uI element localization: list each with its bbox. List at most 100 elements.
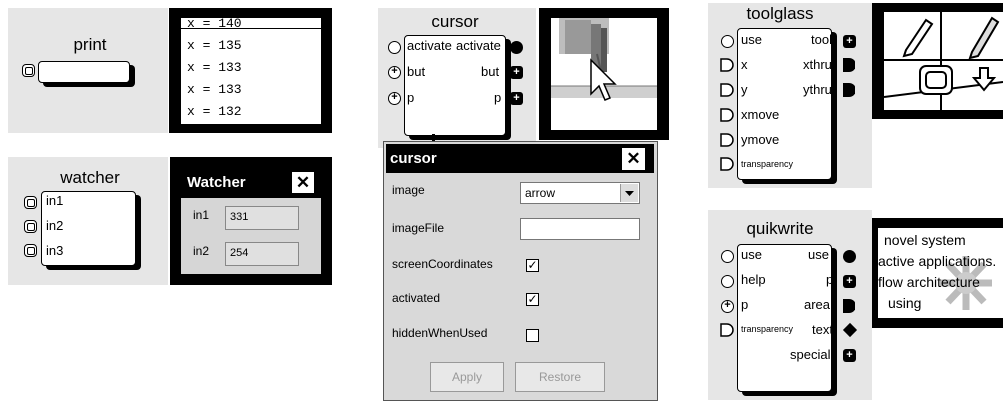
cursor-dialog-title: cursor	[390, 150, 437, 167]
console-line: x = 133	[187, 60, 242, 75]
toolglass-node[interactable]	[737, 28, 832, 180]
toolglass-xthru-out-port[interactable]	[843, 58, 855, 72]
apply-button[interactable]: Apply	[430, 362, 504, 392]
cursor-activate-out-port[interactable]	[510, 41, 523, 54]
watcher-row-label: in1	[193, 208, 210, 222]
print-title: print	[73, 35, 107, 54]
toolglass-xmove-in-port[interactable]	[720, 108, 734, 122]
quikwrite-input-label: p	[741, 297, 749, 312]
check-label: screenCoordinates	[392, 257, 493, 271]
toolglass-title: toolglass	[746, 4, 814, 23]
cursor-activate-in-port[interactable]	[388, 41, 401, 54]
toolglass-preview	[884, 12, 1003, 110]
cursor-port-label: p	[407, 90, 415, 105]
quikwrite-use-in-port[interactable]	[721, 250, 734, 263]
quikwrite-output-label: use	[808, 247, 829, 262]
quikwrite-output-label: p	[826, 272, 834, 287]
cursor-p-out-port[interactable]: +	[510, 92, 523, 105]
quikwrite-special-out-port[interactable]: +	[843, 349, 856, 362]
watcher-in2-port[interactable]	[24, 220, 37, 233]
quikwrite-text-line: active applications.	[878, 253, 997, 269]
watcher-row-value: 254	[225, 242, 299, 266]
print-console: x = 140 x = 135 x = 133 x = 133 x = 132	[181, 18, 321, 124]
watcher-window: Watcher ✕ in1 331 in2 254	[181, 168, 321, 274]
toolglass-tool-out-port[interactable]: +	[843, 35, 856, 48]
toolglass-input-label: xmove	[741, 107, 780, 122]
check-label: hiddenWhenUsed	[392, 326, 488, 340]
toolglass-output-label: tool	[811, 32, 832, 47]
toolglass-y-in-port[interactable]	[720, 83, 734, 97]
quikwrite-output-label: special	[790, 347, 831, 362]
toolglass-transparency-in-port[interactable]	[720, 157, 734, 171]
toolglass-x-in-port[interactable]	[720, 58, 734, 72]
watcher-window-title: Watcher	[187, 174, 246, 191]
chevron-down-icon[interactable]	[620, 184, 638, 202]
quikwrite-p-in-port[interactable]: +	[721, 300, 734, 313]
console-line: x = 135	[187, 38, 242, 53]
check-label: activated	[392, 291, 441, 305]
toolglass-use-in-port[interactable]	[721, 35, 734, 48]
quikwrite-preview: novel system active applications. flow a…	[878, 228, 1003, 318]
watcher-input-label: in2	[46, 218, 64, 233]
cursor-port-label: activate	[407, 38, 452, 53]
cursor-preview	[551, 18, 657, 130]
activated-checkbox[interactable]: ✓	[526, 293, 539, 306]
print-node[interactable]	[38, 61, 130, 83]
print-input-port[interactable]	[22, 64, 35, 77]
quikwrite-input-label: use	[741, 247, 762, 262]
image-label: image	[392, 183, 425, 197]
toolglass-input-label: transparency	[741, 159, 794, 169]
toolglass-ythru-out-port[interactable]	[843, 83, 855, 97]
quikwrite-output-label: text	[812, 322, 833, 337]
console-line: x = 140	[187, 18, 242, 31]
quikwrite-text-line: novel system	[884, 232, 966, 248]
console-line: x = 133	[187, 82, 242, 97]
watcher-input-label: in1	[46, 193, 64, 208]
image-select[interactable]: arrow	[520, 182, 640, 204]
watcher-in1-port[interactable]	[24, 196, 37, 209]
quikwrite-use-out-port[interactable]	[843, 250, 856, 263]
quikwrite-output-label: area	[804, 297, 831, 312]
cursor-but-out-port[interactable]: +	[510, 66, 523, 79]
toolglass-output-label: ythru	[803, 82, 832, 97]
hiddenwhenused-checkbox[interactable]	[526, 329, 539, 342]
watcher-row-label: in2	[193, 244, 210, 258]
cursor-port-label: but	[481, 64, 500, 79]
cursor-preview-image	[551, 18, 657, 101]
quikwrite-node[interactable]	[737, 244, 832, 392]
quikwrite-p-out-port[interactable]: +	[843, 275, 856, 288]
quikwrite-input-label: transparency	[741, 324, 794, 334]
imagefile-label: imageFile	[392, 221, 445, 235]
toolglass-input-label: y	[741, 82, 748, 97]
watcher-row-value: 331	[225, 206, 299, 230]
close-icon[interactable]: ✕	[621, 147, 646, 171]
watcher-input-label: in3	[46, 243, 64, 258]
cursor-port-label: but	[407, 64, 426, 79]
toolglass-image	[884, 12, 1003, 110]
toolglass-input-label: use	[741, 32, 762, 47]
quikwrite-text-line: flow architecture	[878, 274, 980, 290]
toolglass-output-label: xthru	[803, 57, 832, 72]
quikwrite-text-line: using	[888, 295, 922, 311]
quikwrite-title: quikwrite	[746, 219, 814, 238]
toolglass-input-label: x	[741, 57, 748, 72]
cursor-p-in-port[interactable]: +	[388, 92, 401, 105]
toolglass-ymove-in-port[interactable]	[720, 133, 734, 147]
watcher-title: watcher	[60, 168, 120, 187]
cursor-port-label: activate	[456, 38, 501, 53]
toolglass-input-label: ymove	[741, 132, 780, 147]
cursor-port-label: p	[494, 90, 502, 105]
imagefile-input[interactable]	[520, 218, 640, 240]
quikwrite-area-out-port[interactable]	[843, 299, 855, 313]
close-icon[interactable]: ✕	[291, 171, 315, 194]
quikwrite-input-label: help	[741, 272, 766, 287]
quikwrite-help-in-port[interactable]	[721, 275, 734, 288]
screencoordinates-checkbox[interactable]: ✓	[526, 259, 539, 272]
cursor-title: cursor	[431, 12, 479, 31]
image-select-value: arrow	[525, 186, 556, 200]
console-line: x = 132	[187, 104, 242, 119]
watcher-in3-port[interactable]	[24, 244, 37, 257]
restore-button[interactable]: Restore	[515, 362, 605, 392]
cursor-but-in-port[interactable]: +	[388, 66, 401, 79]
quikwrite-transparency-in-port[interactable]	[720, 323, 734, 337]
